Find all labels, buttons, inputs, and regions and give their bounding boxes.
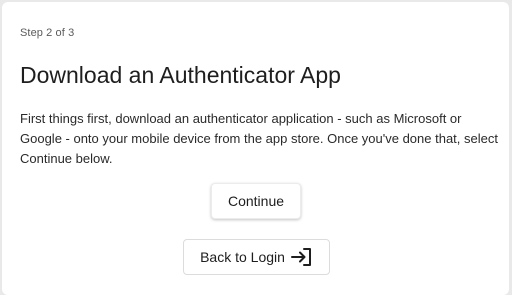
back-to-login-label: Back to Login	[200, 249, 285, 265]
setup-card: Step 2 of 3 Download an Authenticator Ap…	[2, 2, 509, 295]
continue-button[interactable]: Continue	[211, 183, 301, 219]
step-indicator: Step 2 of 3	[20, 27, 75, 39]
page-title: Download an Authenticator App	[20, 62, 341, 88]
continue-button-label: Continue	[227, 193, 285, 209]
instructions-text: First things first, download an authenti…	[20, 111, 498, 166]
back-to-login-button[interactable]: Back to Login	[183, 239, 330, 275]
login-arrow-icon	[290, 247, 313, 267]
